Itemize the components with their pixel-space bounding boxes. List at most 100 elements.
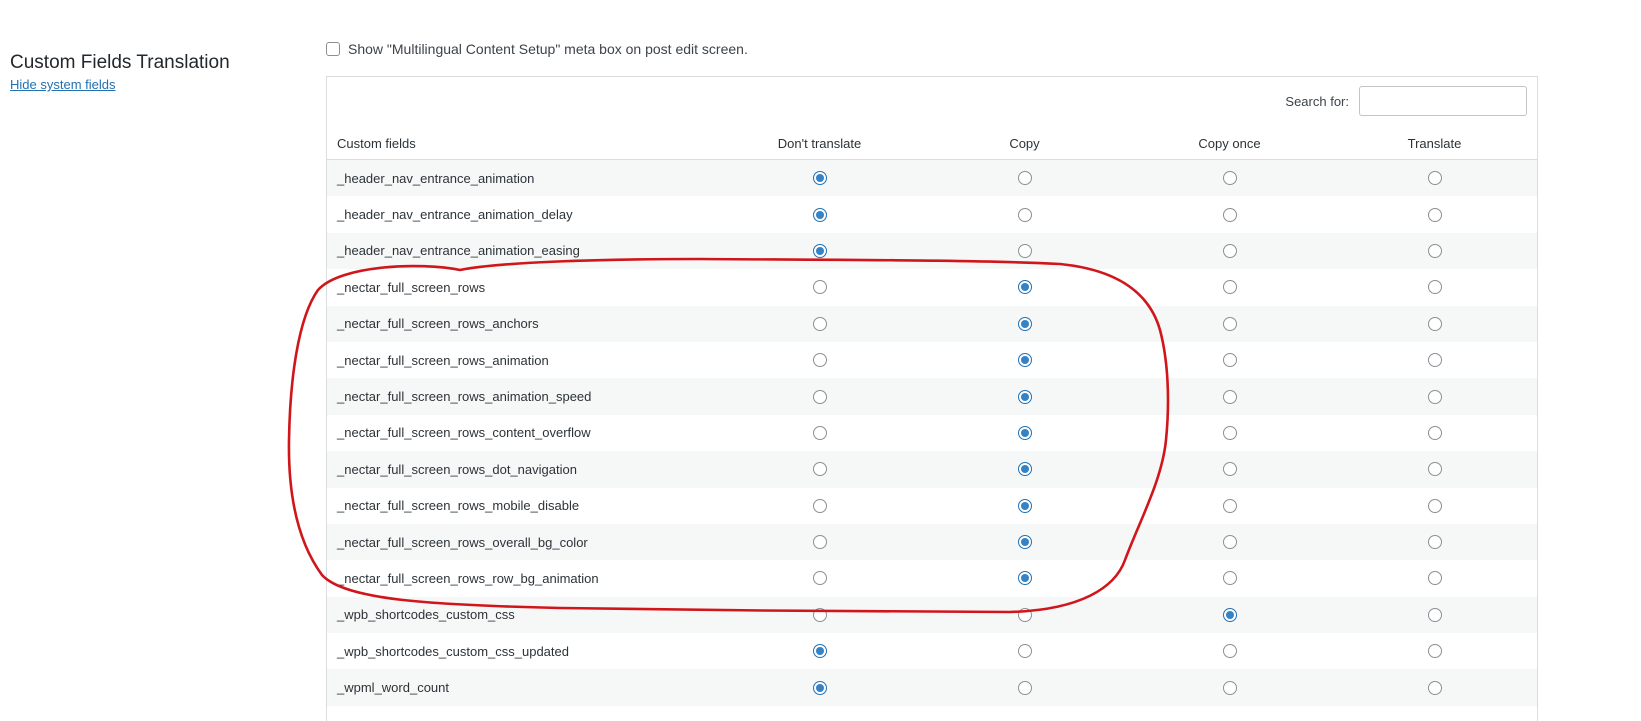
option-cell-dont-translate xyxy=(717,389,922,404)
radio-copy-once[interactable] xyxy=(1222,498,1237,513)
radio-copy[interactable] xyxy=(1017,462,1032,477)
header-custom-fields: Custom fields xyxy=(337,135,416,151)
radio-copy[interactable] xyxy=(1017,498,1032,513)
radio-copy-once[interactable] xyxy=(1222,644,1237,659)
field-name: _nectar_full_screen_rows_row_bg_animatio… xyxy=(337,570,599,586)
table-row: _nectar_full_screen_rows_animation xyxy=(327,342,1537,378)
radio-dont-translate[interactable] xyxy=(812,644,827,659)
option-cell-copy xyxy=(922,644,1127,659)
radio-translate[interactable] xyxy=(1427,498,1442,513)
header-copy-once: Copy once xyxy=(1198,135,1261,151)
radio-copy[interactable] xyxy=(1017,353,1032,368)
option-cell-copy xyxy=(922,207,1127,222)
radio-copy[interactable] xyxy=(1017,316,1032,331)
option-cell-dont-translate xyxy=(717,462,922,477)
radio-translate[interactable] xyxy=(1427,571,1442,586)
radio-copy-once[interactable] xyxy=(1222,680,1237,695)
radio-translate[interactable] xyxy=(1427,316,1442,331)
radio-translate[interactable] xyxy=(1427,243,1442,258)
radio-dont-translate[interactable] xyxy=(812,389,827,404)
radio-translate[interactable] xyxy=(1427,280,1442,295)
radio-translate[interactable] xyxy=(1427,425,1442,440)
radio-dont-translate[interactable] xyxy=(812,353,827,368)
option-cell-dont-translate xyxy=(717,353,922,368)
option-cell-copy-once xyxy=(1127,316,1332,331)
header-copy: Copy xyxy=(1009,135,1040,151)
radio-dont-translate[interactable] xyxy=(812,316,827,331)
table-row: _nectar_full_screen_rows_anchors xyxy=(327,305,1537,342)
table-row: _wpb_shortcodes_custom_css_updated xyxy=(327,633,1537,669)
field-name: _nectar_full_screen_rows_overall_bg_colo… xyxy=(337,534,588,550)
radio-copy[interactable] xyxy=(1017,243,1032,258)
radio-copy-once[interactable] xyxy=(1222,353,1237,368)
option-cell-translate xyxy=(1332,353,1537,368)
radio-copy[interactable] xyxy=(1017,644,1032,659)
radio-dont-translate[interactable] xyxy=(812,425,827,440)
radio-copy-once[interactable] xyxy=(1222,462,1237,477)
option-cell-copy xyxy=(922,243,1127,258)
radio-dont-translate[interactable] xyxy=(812,607,827,622)
radio-dont-translate[interactable] xyxy=(812,571,827,586)
radio-dont-translate[interactable] xyxy=(812,680,827,695)
search-input[interactable] xyxy=(1359,86,1527,116)
radio-copy-once[interactable] xyxy=(1222,389,1237,404)
option-cell-translate xyxy=(1332,571,1537,586)
radio-copy[interactable] xyxy=(1017,680,1032,695)
radio-copy[interactable] xyxy=(1017,535,1032,550)
field-name: _nectar_full_screen_rows_animation_speed xyxy=(337,389,592,405)
radio-dont-translate[interactable] xyxy=(812,462,827,477)
radio-copy[interactable] xyxy=(1017,207,1032,222)
option-cell-translate xyxy=(1332,680,1537,695)
header-dont-translate: Don't translate xyxy=(777,135,862,151)
radio-dont-translate[interactable] xyxy=(812,243,827,258)
radio-dont-translate[interactable] xyxy=(812,498,827,513)
table-row: _nectar_full_screen_rows_animation_speed xyxy=(327,378,1537,415)
radio-dont-translate[interactable] xyxy=(812,171,827,186)
field-name: _header_nav_entrance_animation_easing xyxy=(337,243,580,259)
radio-translate[interactable] xyxy=(1427,171,1442,186)
radio-copy-once[interactable] xyxy=(1222,607,1237,622)
radio-copy-once[interactable] xyxy=(1222,243,1237,258)
radio-copy[interactable] xyxy=(1017,389,1032,404)
option-cell-copy-once xyxy=(1127,207,1332,222)
radio-translate[interactable] xyxy=(1427,462,1442,477)
radio-copy-once[interactable] xyxy=(1222,425,1237,440)
radio-copy-once[interactable] xyxy=(1222,280,1237,295)
radio-translate[interactable] xyxy=(1427,644,1442,659)
radio-copy-once[interactable] xyxy=(1222,535,1237,550)
field-name: _nectar_full_screen_rows_anchors xyxy=(337,316,539,332)
hide-system-fields-link[interactable]: Hide system fields xyxy=(10,77,115,92)
radio-translate[interactable] xyxy=(1427,680,1442,695)
option-cell-copy-once xyxy=(1127,571,1332,586)
radio-copy-once[interactable] xyxy=(1222,571,1237,586)
radio-copy[interactable] xyxy=(1017,607,1032,622)
option-cell-copy-once xyxy=(1127,389,1332,404)
option-cell-dont-translate xyxy=(717,644,922,659)
option-cell-copy xyxy=(922,535,1127,550)
radio-copy-once[interactable] xyxy=(1222,316,1237,331)
radio-copy[interactable] xyxy=(1017,280,1032,295)
table-row: _nectar_full_screen_rows_overall_bg_colo… xyxy=(327,523,1537,561)
radio-dont-translate[interactable] xyxy=(812,207,827,222)
table-row: _header_nav_entrance_animation xyxy=(327,160,1537,197)
search-label: Search for: xyxy=(1285,93,1349,109)
table-row: _nectar_full_screen_rows_dot_navigation xyxy=(327,451,1537,488)
radio-translate[interactable] xyxy=(1427,207,1442,222)
meta-box-option[interactable]: Show "Multilingual Content Setup" meta b… xyxy=(326,41,748,57)
field-name: _nectar_full_screen_rows_dot_navigation xyxy=(337,461,577,477)
radio-copy-once[interactable] xyxy=(1222,171,1237,186)
radio-copy[interactable] xyxy=(1017,425,1032,440)
option-cell-copy-once xyxy=(1127,498,1332,513)
radio-copy[interactable] xyxy=(1017,171,1032,186)
radio-dont-translate[interactable] xyxy=(812,280,827,295)
radio-translate[interactable] xyxy=(1427,535,1442,550)
radio-translate[interactable] xyxy=(1427,353,1442,368)
radio-copy[interactable] xyxy=(1017,571,1032,586)
radio-translate[interactable] xyxy=(1427,389,1442,404)
table-row: _header_nav_entrance_animation_delay xyxy=(327,196,1537,232)
radio-copy-once[interactable] xyxy=(1222,207,1237,222)
meta-box-checkbox[interactable] xyxy=(326,42,340,56)
radio-translate[interactable] xyxy=(1427,607,1442,622)
radio-dont-translate[interactable] xyxy=(812,535,827,550)
option-cell-copy xyxy=(922,498,1127,513)
